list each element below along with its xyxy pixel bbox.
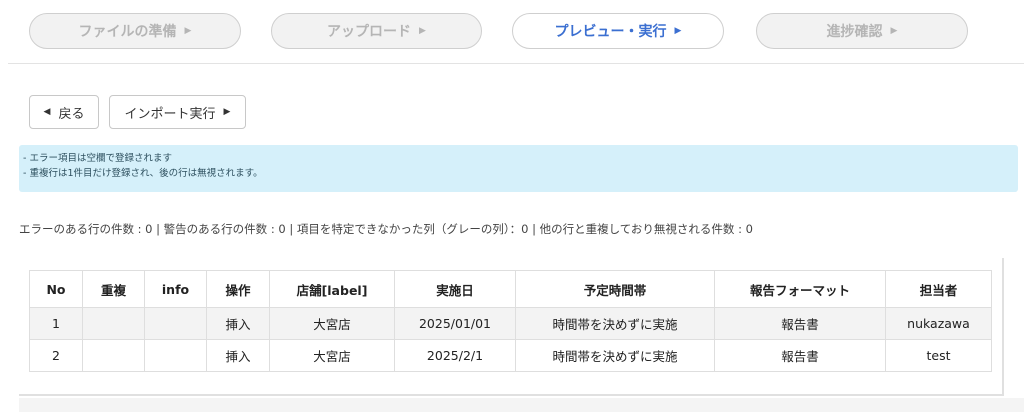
col-header-report-format: 報告フォーマット <box>714 270 886 308</box>
cell-operation: 挿入 <box>206 307 270 340</box>
step-progress[interactable]: 進捗確認 ▶ <box>756 13 968 49</box>
step-label: プレビュー・実行 <box>554 24 667 40</box>
cell-report-format: 報告書 <box>714 339 886 372</box>
cell-store: 大宮店 <box>269 339 395 372</box>
cell-timeslot: 時間帯を決めずに実施 <box>515 307 715 340</box>
header-row: No 重複 info 操作 店舗[label] 実施日 予定時間帯 報告フォーマ… <box>29 270 992 308</box>
cell-duplicate <box>82 339 145 372</box>
cell-report-format: 報告書 <box>714 307 886 340</box>
col-header-operation: 操作 <box>206 270 270 308</box>
cell-operation: 挿入 <box>206 339 270 372</box>
cell-no: 2 <box>29 339 83 372</box>
table-row: 2 挿入 大宮店 2025/2/1 時間帯を決めずに実施 報告書 test <box>29 339 992 372</box>
col-header-timeslot: 予定時間帯 <box>515 270 715 308</box>
table-row: 1 挿入 大宮店 2025/01/01 時間帯を決めずに実施 報告書 nukaz… <box>29 307 992 340</box>
divider <box>8 63 1024 64</box>
cell-assignee: test <box>885 339 992 372</box>
caret-right-icon: ▶ <box>674 26 682 36</box>
step-label: 進捗確認 <box>826 24 883 40</box>
import-execute-button[interactable]: インポート実行 ▶ <box>109 95 246 129</box>
info-alert: - エラー項目は空欄で登録されます - 重複行は1件目だけ登録され、後の行は無視… <box>19 145 1018 192</box>
validation-summary: エラーのある行の件数 : 0 | 警告のある行の件数 : 0 | 項目を特定でき… <box>19 222 753 236</box>
col-header-info: info <box>144 270 207 308</box>
cell-store: 大宮店 <box>269 307 395 340</box>
step-label: アップロード <box>327 24 412 40</box>
caret-right-icon: ▶ <box>890 26 898 36</box>
cell-date: 2025/2/1 <box>394 339 516 372</box>
cell-no: 1 <box>29 307 83 340</box>
caret-right-icon: ▶ <box>223 107 231 117</box>
col-header-assignee: 担当者 <box>885 270 992 308</box>
back-button[interactable]: ◀ 戻る <box>29 95 99 129</box>
col-header-no: No <box>29 270 83 308</box>
alert-line: - 重複行は1件目だけ登録され、後の行は無視されます。 <box>23 168 263 179</box>
step-preview-execute[interactable]: プレビュー・実行 ▶ <box>512 13 724 49</box>
import-label: インポート実行 <box>124 106 216 122</box>
wizard-steps: ファイルの準備 ▶ アップロード ▶ プレビュー・実行 ▶ 進捗確認 ▶ <box>0 13 1024 51</box>
caret-right-icon: ▶ <box>419 26 426 36</box>
cell-timeslot: 時間帯を決めずに実施 <box>515 339 715 372</box>
caret-left-icon: ◀ <box>43 107 51 117</box>
step-upload[interactable]: アップロード ▶ <box>271 13 482 49</box>
cell-info <box>144 339 207 372</box>
col-header-duplicate: 重複 <box>82 270 145 308</box>
step-label: ファイルの準備 <box>78 24 177 40</box>
cell-duplicate <box>82 307 145 340</box>
cell-date: 2025/01/01 <box>394 307 516 340</box>
col-header-store: 店舗[label] <box>269 270 395 308</box>
back-label: 戻る <box>58 106 85 122</box>
step-file-prep[interactable]: ファイルの準備 ▶ <box>29 13 241 49</box>
scroll-area-footer <box>19 398 1024 412</box>
preview-table: No 重複 info 操作 店舗[label] 実施日 予定時間帯 報告フォーマ… <box>29 270 992 372</box>
col-header-date: 実施日 <box>394 270 516 308</box>
cell-assignee: nukazawa <box>885 307 992 340</box>
cell-info <box>144 307 207 340</box>
alert-line: - エラー項目は空欄で登録されます <box>23 153 172 164</box>
caret-right-icon: ▶ <box>184 26 192 36</box>
